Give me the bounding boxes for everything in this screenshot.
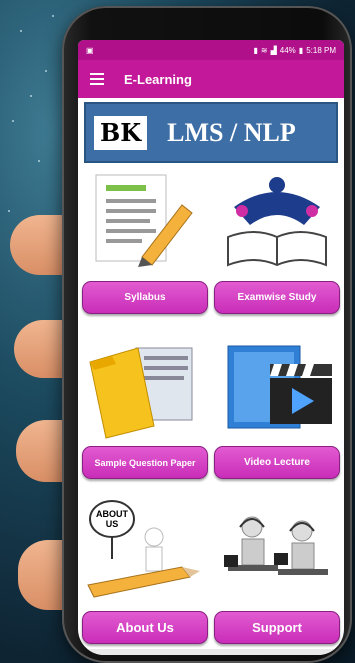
tile-sample-question-paper: Sample Question Paper (82, 332, 208, 497)
image-icon: ▣ (86, 45, 94, 55)
reading-people-book-icon (214, 167, 340, 275)
sample-question-paper-button[interactable]: Sample Question Paper (82, 446, 208, 479)
video-lecture-button[interactable]: Video Lecture (214, 446, 340, 479)
folder-papers-icon (82, 332, 208, 440)
tile-support: Support (214, 497, 340, 655)
signal-icon: ▟ (270, 45, 277, 55)
app-screen: ▣ ▮ ≋ ▟ 44% ▮ 5:18 PM E-Learning BK LMS … (78, 40, 344, 655)
svg-text:ABOUT: ABOUT (96, 509, 128, 519)
support-button[interactable]: Support (214, 611, 340, 644)
document-pencil-icon (82, 167, 208, 275)
app-title: E-Learning (124, 71, 192, 87)
bk-logo: BK (94, 115, 148, 150)
banner: BK LMS / NLP (84, 102, 338, 163)
banner-title: LMS / NLP (167, 117, 296, 147)
video-clapper-icon (214, 332, 340, 440)
svg-text:US: US (106, 519, 119, 529)
vibrate-icon: ▮ (253, 45, 258, 55)
tile-video-lecture: Video Lecture (214, 332, 340, 497)
menu-grid: Syllabus Examwise Study Sample Question … (82, 167, 340, 655)
support-headset-icon (214, 497, 340, 605)
about-us-sign-icon: ABOUT US (82, 497, 208, 605)
examwise-study-button[interactable]: Examwise Study (214, 281, 340, 314)
syllabus-button[interactable]: Syllabus (82, 281, 208, 314)
tile-syllabus: Syllabus (82, 167, 208, 332)
tile-about-us: ABOUT US About Us (82, 497, 208, 655)
battery-percent: 44% (279, 45, 296, 55)
about-us-button[interactable]: About Us (82, 611, 208, 644)
hamburger-icon[interactable] (90, 73, 104, 85)
status-bar: ▣ ▮ ≋ ▟ 44% ▮ 5:18 PM (78, 40, 344, 60)
bottom-edge (78, 649, 344, 655)
status-time: 5:18 PM (306, 45, 336, 55)
app-bar: E-Learning (78, 60, 344, 98)
tile-examwise-study: Examwise Study (214, 167, 340, 332)
battery-icon: ▮ (298, 45, 304, 55)
wifi-icon: ≋ (260, 45, 268, 55)
